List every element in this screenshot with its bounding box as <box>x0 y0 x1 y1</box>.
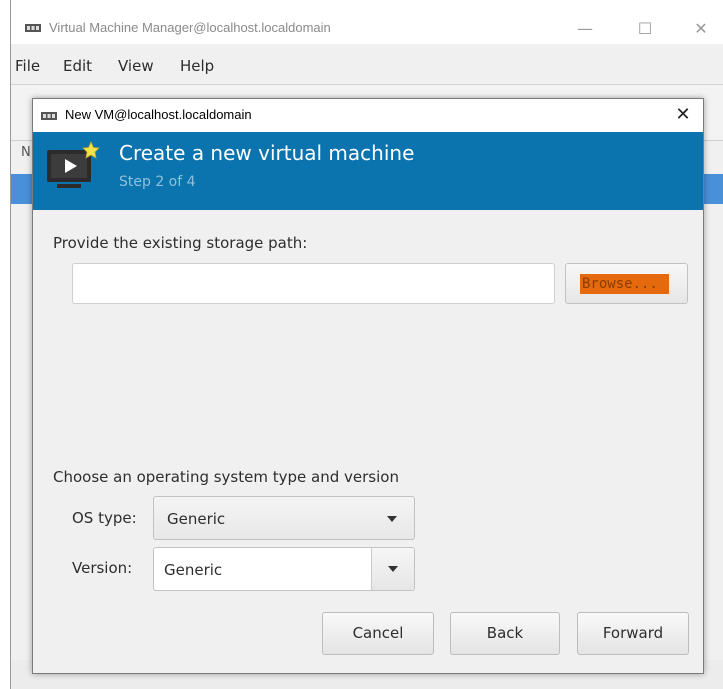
left-edge <box>0 0 10 689</box>
os-type-label: OS type: <box>72 509 137 527</box>
main-window-title: Virtual Machine Manager@localhost.locald… <box>49 20 331 35</box>
new-vm-icon <box>47 141 100 188</box>
os-type-dropdown[interactable]: Generic <box>153 496 415 540</box>
virt-manager-app-icon <box>41 112 57 120</box>
virt-manager-app-icon <box>25 24 41 32</box>
back-button[interactable]: Back <box>450 612 560 655</box>
minimize-button[interactable]: — <box>565 14 605 44</box>
wizard-header: Create a new virtual machine Step 2 of 4 <box>33 132 703 210</box>
version-dropdown-button[interactable] <box>371 548 414 590</box>
os-type-value: Generic <box>167 510 226 528</box>
version-combo[interactable]: Generic <box>153 547 415 591</box>
storage-path-input[interactable] <box>72 263 555 304</box>
wizard-title: Create a new virtual machine <box>119 141 415 165</box>
dialog-title: New VM@localhost.localdomain <box>65 107 252 122</box>
column-header-fragment: N <box>21 145 31 160</box>
os-section-label: Choose an operating system type and vers… <box>53 468 399 486</box>
new-vm-dialog: New VM@localhost.localdomain ✕ Create a … <box>32 98 704 674</box>
menu-help[interactable]: Help <box>180 57 214 75</box>
menu-bar: File Edit View Help <box>11 44 723 85</box>
menu-edit[interactable]: Edit <box>63 57 92 75</box>
version-value: Generic <box>164 561 223 579</box>
maximize-button[interactable]: ☐ <box>625 14 665 44</box>
dialog-close-button[interactable]: ✕ <box>671 103 695 127</box>
menu-file[interactable]: File <box>15 57 40 75</box>
menu-view[interactable]: View <box>118 57 154 75</box>
cancel-button[interactable]: Cancel <box>322 612 434 655</box>
dropdown-arrow-icon <box>387 516 397 522</box>
storage-path-label: Provide the existing storage path: <box>53 234 308 252</box>
forward-button[interactable]: Forward <box>577 612 689 655</box>
browse-label: Browse... <box>582 276 658 292</box>
version-label: Version: <box>72 559 133 577</box>
dialog-titlebar: New VM@localhost.localdomain ✕ <box>33 99 703 132</box>
browse-button[interactable]: Browse... <box>565 263 688 304</box>
main-close-button[interactable]: ✕ <box>681 14 721 44</box>
dropdown-arrow-icon <box>388 566 398 572</box>
wizard-step: Step 2 of 4 <box>119 174 196 190</box>
